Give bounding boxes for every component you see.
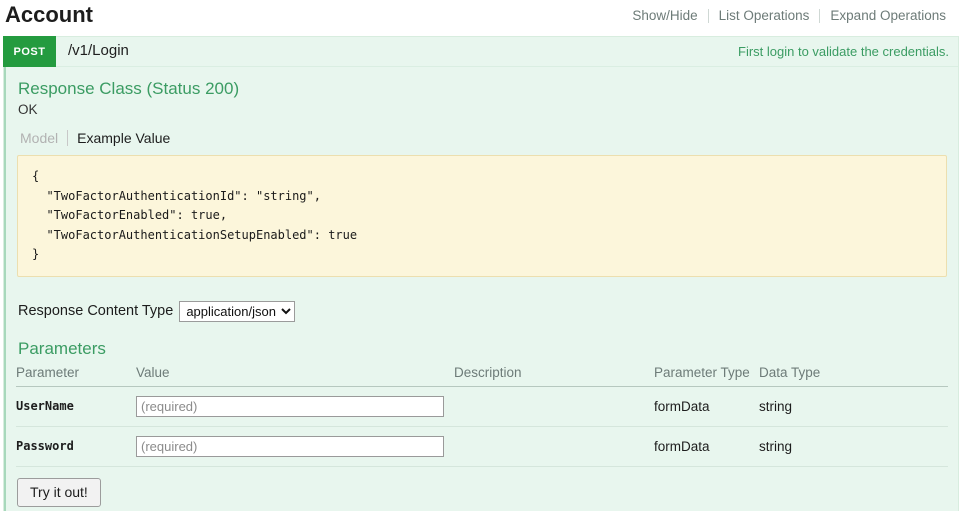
parameters-table-body: UserName formData string Password [16, 386, 948, 467]
http-method-badge: POST [3, 36, 56, 67]
tab-model[interactable]: Model [18, 130, 67, 146]
list-operations-link[interactable]: List Operations [709, 8, 820, 23]
try-it-out-button[interactable]: Try it out! [17, 477, 101, 507]
param-name-password: Password [16, 426, 136, 467]
column-header-parameter: Parameter [16, 364, 136, 387]
column-header-parameter-type: Parameter Type [654, 364, 759, 387]
param-type-username: formData [654, 386, 759, 427]
expand-operations-link[interactable]: Expand Operations [820, 8, 956, 23]
column-header-data-type: Data Type [759, 364, 948, 387]
submit-row: Try it out! [17, 477, 948, 507]
operation-heading[interactable]: POST /v1/Login First login to validate t… [3, 36, 958, 67]
data-type-username: string [759, 386, 948, 427]
param-type-password: formData [654, 426, 759, 467]
parameters-table-head: Parameter Value Description Parameter Ty… [16, 364, 948, 387]
response-class-heading: Response Class (Status 200) [18, 79, 240, 98]
table-row: UserName formData string [16, 386, 948, 427]
response-class-description: OK [18, 102, 38, 117]
password-input[interactable] [136, 435, 444, 457]
parameters-heading: Parameters [18, 338, 106, 358]
show-hide-link[interactable]: Show/Hide [622, 8, 707, 23]
data-type-password: string [759, 426, 948, 467]
swagger-page: Account Show/Hide List Operations Expand… [0, 0, 962, 511]
model-tabs: Model Example Value [18, 129, 948, 147]
parameters-table: Parameter Value Description Parameter Ty… [16, 364, 948, 467]
table-header-row: Parameter Value Description Parameter Ty… [16, 364, 948, 387]
operation-body: Response Class (Status 200) OK Model Exa… [4, 67, 958, 511]
resource-options: Show/Hide List Operations Expand Operati… [622, 8, 956, 23]
response-content-type-select[interactable]: application/json [179, 300, 296, 322]
param-description-username [454, 386, 654, 427]
response-content-type-row: Response Content Type application/json [18, 300, 948, 322]
column-header-value: Value [136, 364, 454, 387]
param-name-username: UserName [16, 386, 136, 427]
param-value-cell [136, 426, 454, 467]
example-value-code: { "TwoFactorAuthenticationId": "string",… [17, 155, 947, 277]
operation-post-login: POST /v1/Login First login to validate t… [3, 36, 959, 511]
resource-header: Account Show/Hide List Operations Expand… [0, 0, 962, 30]
tab-example-value[interactable]: Example Value [68, 130, 170, 146]
response-content-type-label: Response Content Type [18, 303, 174, 319]
operation-summary: First login to validate the credentials. [738, 44, 949, 59]
username-input[interactable] [136, 395, 444, 417]
table-row: Password formData string [16, 426, 948, 467]
operation-path[interactable]: /v1/Login [68, 42, 129, 59]
param-description-password [454, 426, 654, 467]
param-value-cell [136, 386, 454, 427]
page-title: Account [5, 2, 93, 27]
column-header-description: Description [454, 364, 654, 387]
